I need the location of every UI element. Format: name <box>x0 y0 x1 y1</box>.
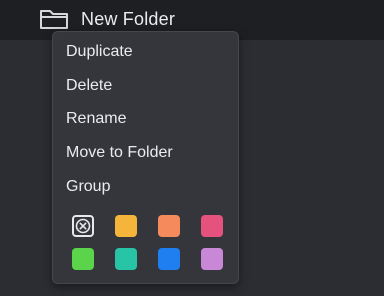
menu-item-delete[interactable]: Delete <box>66 76 112 96</box>
folder-name: New Folder <box>81 9 176 29</box>
color-swatch-pink[interactable] <box>201 215 223 237</box>
color-swatch-purple[interactable] <box>201 248 223 270</box>
context-menu: Duplicate Delete Rename Move to Folder G… <box>52 31 239 284</box>
app-stage: New Folder Duplicate Delete Rename Move … <box>0 0 384 296</box>
color-swatch-teal[interactable] <box>115 248 137 270</box>
menu-item-group[interactable]: Group <box>66 177 110 197</box>
circle-x-icon <box>75 218 91 234</box>
color-swatch-blue[interactable] <box>158 248 180 270</box>
menu-item-duplicate[interactable]: Duplicate <box>66 42 133 62</box>
menu-item-move-to-folder[interactable]: Move to Folder <box>66 143 173 163</box>
folder-icon <box>39 8 69 30</box>
color-swatch-orange[interactable] <box>115 215 137 237</box>
color-swatch-green[interactable] <box>72 248 94 270</box>
menu-item-rename[interactable]: Rename <box>66 109 126 129</box>
color-swatch-coral[interactable] <box>158 215 180 237</box>
color-clear-button[interactable] <box>72 215 94 237</box>
